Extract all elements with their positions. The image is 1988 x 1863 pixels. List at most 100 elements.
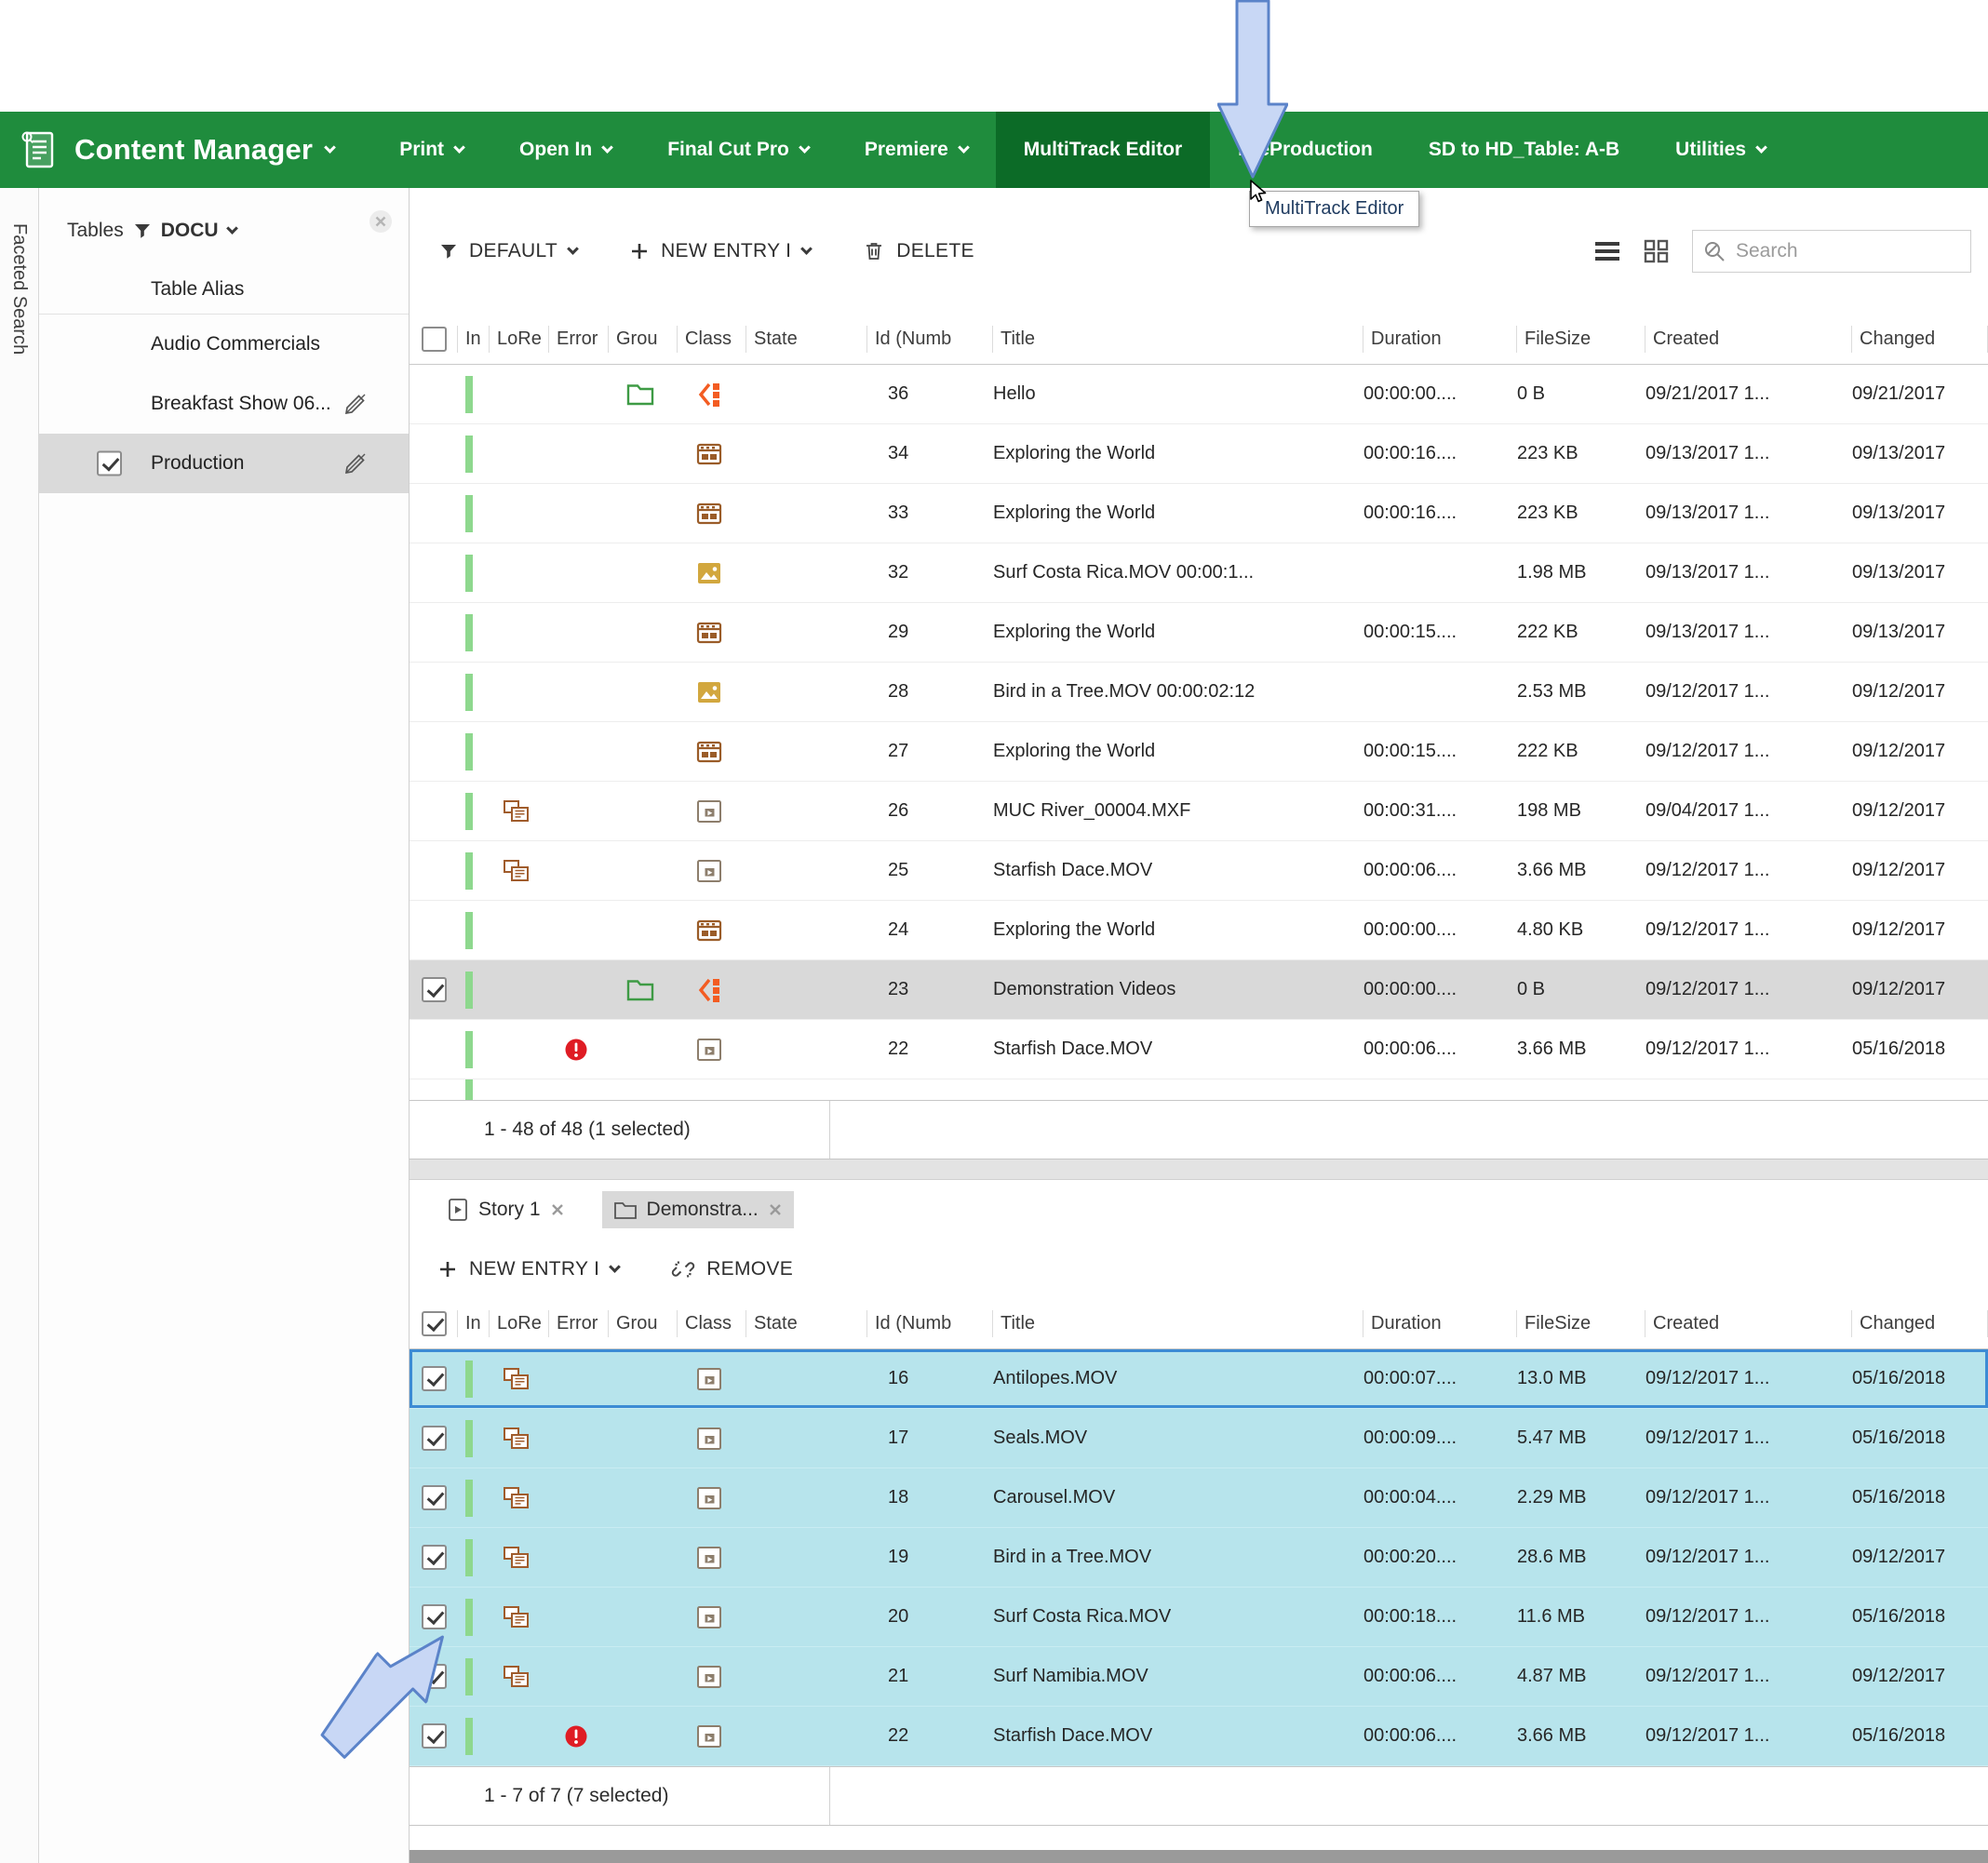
grid-view-icon[interactable] [1644, 239, 1670, 263]
filter-default-button[interactable]: DEFAULT [439, 240, 577, 262]
table-row[interactable]: 18 Carousel.MOV 00:00:04.... 2.29 MB 09/… [410, 1468, 1988, 1528]
table-row[interactable]: 28 Bird in a Tree.MOV 00:00:02:12 2.53 M… [410, 663, 1988, 722]
column-header-created[interactable]: Created [1645, 315, 1852, 364]
cell-title: Exploring the World [993, 484, 1363, 543]
row-checkbox[interactable] [422, 1485, 447, 1510]
column-header-title[interactable]: Title [993, 1299, 1363, 1348]
column-header-class[interactable]: Class [678, 315, 746, 364]
menu-item-final-cut-pro[interactable]: Final Cut Pro [639, 112, 837, 188]
close-tab-icon[interactable] [768, 1202, 783, 1217]
column-header-lore[interactable]: LoRe [490, 1299, 549, 1348]
column-header-changed[interactable]: Changed [1852, 315, 1988, 364]
column-header-created[interactable]: Created [1645, 1299, 1852, 1348]
table-row[interactable]: 36 Hello 00:00:00.... 0 B 09/21/2017 1..… [410, 365, 1988, 424]
app-brand[interactable]: Content Manager [17, 112, 334, 188]
table-row[interactable]: 34 Exploring the World 00:00:16.... 223 … [410, 424, 1988, 484]
row-checkbox[interactable] [422, 977, 447, 1002]
column-header-filesize[interactable]: FileSize [1517, 1299, 1645, 1348]
column-header-changed[interactable]: Changed [1852, 1299, 1988, 1348]
chevron-down-icon [958, 141, 970, 154]
table-row[interactable]: 25 Starfish Dace.MOV 00:00:06.... 3.66 M… [410, 841, 1988, 901]
table-row[interactable]: 17 Seals.MOV 00:00:09.... 5.47 MB 09/12/… [410, 1409, 1988, 1468]
cell-filesize: 222 KB [1517, 603, 1645, 662]
cell-id: 22 [867, 1707, 993, 1765]
panel-splitter[interactable] [410, 1159, 1988, 1180]
table-row[interactable]: 16 Antilopes.MOV 00:00:07.... 13.0 MB 09… [410, 1349, 1988, 1409]
table-row[interactable]: 33 Exploring the World 00:00:16.... 223 … [410, 484, 1988, 543]
table-row[interactable]: 22 Starfish Dace.MOV 00:00:06.... 3.66 M… [410, 1020, 1988, 1079]
column-header-grou[interactable]: Grou [609, 1299, 678, 1348]
table-row[interactable]: 22 Starfish Dace.MOV 00:00:06.... 3.66 M… [410, 1707, 1988, 1766]
column-header-in[interactable]: In [458, 1299, 490, 1348]
table-alias-header[interactable]: Table Alias [39, 264, 409, 315]
lower-pagination-bar: 1 - 7 of 7 (7 selected) [410, 1766, 1988, 1826]
column-header-error[interactable]: Error [549, 315, 609, 364]
filter-funnel-icon[interactable] [133, 221, 152, 240]
column-header-state[interactable]: State [746, 1299, 867, 1348]
column-header-title[interactable]: Title [993, 315, 1363, 364]
row-checkbox[interactable] [422, 1723, 447, 1749]
video-clip-icon [694, 1544, 724, 1572]
search-box[interactable] [1692, 230, 1971, 273]
close-tab-icon[interactable] [550, 1202, 565, 1217]
cell-duration: 00:00:09.... [1363, 1409, 1517, 1468]
sidebar-item-breakfast-show-06[interactable]: Breakfast Show 06... [39, 374, 409, 434]
table-row[interactable]: 19 Bird in a Tree.MOV 00:00:20.... 28.6 … [410, 1528, 1988, 1588]
list-view-icon[interactable] [1593, 239, 1621, 263]
column-header-duration[interactable]: Duration [1363, 315, 1517, 364]
table-row[interactable]: 32 Surf Costa Rica.MOV 00:00:1... 1.98 M… [410, 543, 1988, 603]
edit-pen-icon[interactable] [343, 451, 368, 476]
row-checkbox[interactable] [422, 1545, 447, 1570]
select-all-checkbox[interactable] [422, 327, 447, 352]
cell-state [746, 1468, 867, 1527]
row-checkbox[interactable] [422, 1604, 447, 1629]
menu-item-print[interactable]: Print [371, 112, 491, 188]
menu-item-open-in[interactable]: Open In [491, 112, 639, 188]
cell-created: 09/12/2017 1... [1645, 663, 1852, 721]
menu-item-preproduction[interactable]: PreProduction [1210, 112, 1401, 188]
row-checkbox[interactable] [422, 1366, 447, 1391]
column-header-filesize[interactable]: FileSize [1517, 315, 1645, 364]
menu-item-sd-to-hd-table-a-b[interactable]: SD to HD_Table: A-B [1401, 112, 1647, 188]
column-header-error[interactable]: Error [549, 1299, 609, 1348]
close-sidebar-icon[interactable] [368, 208, 394, 235]
delete-button[interactable]: DELETE [863, 240, 974, 262]
table-row[interactable]: 27 Exploring the World 00:00:15.... 222 … [410, 722, 1988, 782]
edit-pen-icon[interactable] [343, 392, 368, 416]
tables-filter-value[interactable]: DOCU [161, 220, 219, 242]
menu-item-premiere[interactable]: Premiere [837, 112, 996, 188]
film-clip-icon [694, 499, 724, 529]
result-set-tab-demonstra[interactable]: Demonstra... [602, 1191, 794, 1228]
select-all-checkbox[interactable] [422, 1311, 447, 1336]
cell-changed: 09/13/2017 [1852, 603, 1988, 662]
search-input[interactable] [1736, 240, 1961, 262]
column-header-duration[interactable]: Duration [1363, 1299, 1517, 1348]
remove-button[interactable]: REMOVE [671, 1257, 793, 1281]
table-row[interactable]: 20 Surf Costa Rica.MOV 00:00:18.... 11.6… [410, 1588, 1988, 1647]
row-checkbox[interactable] [422, 1664, 447, 1689]
new-entry-button[interactable]: NEW ENTRY I [629, 240, 811, 262]
column-header-state[interactable]: State [746, 315, 867, 364]
column-header-id-numb[interactable]: Id (Numb [867, 1299, 993, 1348]
table-row[interactable]: 26 MUC River_00004.MXF 00:00:31.... 198 … [410, 782, 1988, 841]
column-header-id-numb[interactable]: Id (Numb [867, 315, 993, 364]
result-set-tab-story-1[interactable]: Story 1 [436, 1190, 576, 1229]
menu-item-multitrack-editor[interactable]: MultiTrack Editor [996, 112, 1210, 188]
column-header-lore[interactable]: LoRe [490, 315, 549, 364]
table-row[interactable]: 24 Exploring the World 00:00:00.... 4.80… [410, 901, 1988, 960]
table-row[interactable]: 29 Exploring the World 00:00:15.... 222 … [410, 603, 1988, 663]
table-row[interactable]: 23 Demonstration Videos 00:00:00.... 0 B… [410, 960, 1988, 1020]
new-entry-button[interactable]: NEW ENTRY I [437, 1258, 619, 1280]
table-checkbox[interactable] [97, 451, 122, 476]
chevron-down-icon[interactable] [226, 222, 238, 235]
faceted-search-strip[interactable]: Faceted Search [0, 188, 39, 1863]
column-header-class[interactable]: Class [678, 1299, 746, 1348]
column-header-in[interactable]: In [458, 315, 490, 364]
sidebar-item-audio-commercials[interactable]: Audio Commercials [39, 315, 409, 374]
menu-item-utilities[interactable]: Utilities [1647, 112, 1793, 188]
sidebar-item-production[interactable]: Production [39, 434, 409, 493]
column-header-grou[interactable]: Grou [609, 315, 678, 364]
horizontal-scrollbar[interactable] [410, 1850, 1988, 1863]
table-row[interactable]: 21 Surf Namibia.MOV 00:00:06.... 4.87 MB… [410, 1647, 1988, 1707]
row-checkbox[interactable] [422, 1426, 447, 1451]
